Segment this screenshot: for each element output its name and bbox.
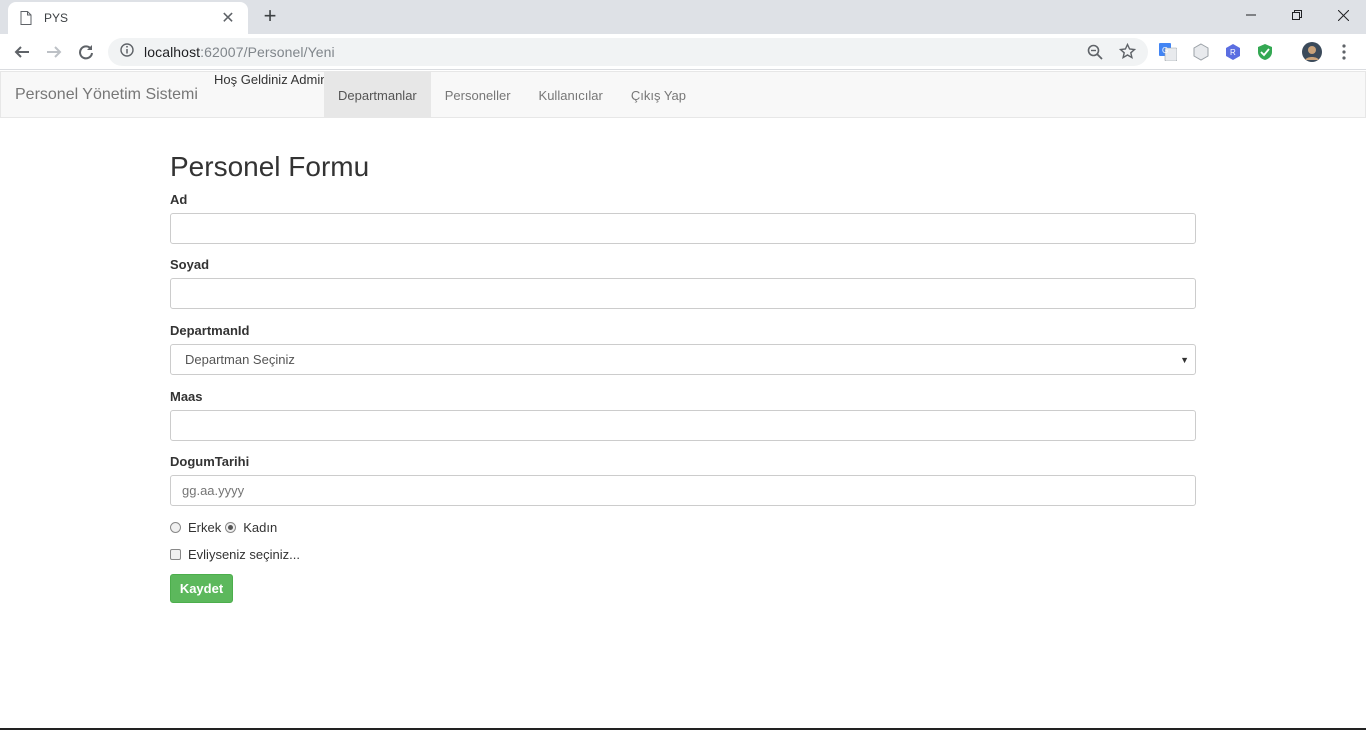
back-arrow-icon[interactable] xyxy=(8,38,36,66)
personel-form: Personel Formu Ad Soyad DepartmanId Depa… xyxy=(170,150,1196,603)
svg-text:R: R xyxy=(1230,48,1236,57)
restore-icon[interactable] xyxy=(1274,0,1320,30)
departman-select[interactable]: Departman Seçiniz ▼ xyxy=(170,344,1196,375)
info-icon[interactable] xyxy=(120,42,134,62)
zoom-icon[interactable] xyxy=(1087,44,1103,65)
nav-link-departmanlar[interactable]: Departmanlar xyxy=(324,72,431,118)
minimize-icon[interactable] xyxy=(1228,0,1274,30)
shield-check-extension-icon[interactable] xyxy=(1256,43,1274,61)
translate-extension-icon[interactable]: G xyxy=(1159,43,1177,61)
document-icon xyxy=(20,11,32,25)
nav-links: Departmanlar Personeller Kullanıcılar Çı… xyxy=(324,72,700,118)
url-host: localhost xyxy=(144,44,201,60)
soyad-label: Soyad xyxy=(170,257,210,272)
dropdown-arrow-icon: ▼ xyxy=(1180,354,1189,365)
menu-kebab-icon[interactable] xyxy=(1335,43,1353,61)
tab-title: PYS xyxy=(44,11,69,25)
forward-arrow-icon[interactable] xyxy=(40,38,68,66)
dogum-group: DogumTarihi xyxy=(170,454,1196,506)
close-window-icon[interactable] xyxy=(1320,0,1366,30)
reload-icon[interactable] xyxy=(72,38,100,66)
profile-avatar[interactable] xyxy=(1302,42,1322,62)
maas-label: Maas xyxy=(170,389,203,404)
kadin-radio[interactable] xyxy=(225,522,237,533)
browser-tabstrip: PYS ✕ + xyxy=(0,0,1366,34)
evli-checkbox[interactable] xyxy=(170,549,181,560)
gender-radio-group: Erkek Kadın xyxy=(170,520,277,535)
url-text: localhost:62007/Personel/Yeni xyxy=(144,44,335,60)
erkek-radio[interactable] xyxy=(170,522,181,533)
departman-selected-value: Departman Seçiniz xyxy=(185,352,295,367)
svg-text:G: G xyxy=(1162,46,1168,55)
r-extension-icon[interactable]: R xyxy=(1224,43,1242,61)
maas-group: Maas xyxy=(170,389,1196,441)
ad-input[interactable] xyxy=(170,213,1196,244)
brand-link[interactable]: Personel Yönetim Sistemi xyxy=(15,86,198,104)
tab-close-icon[interactable]: ✕ xyxy=(220,8,236,28)
save-button[interactable]: Kaydet xyxy=(170,574,233,603)
kadin-label: Kadın xyxy=(243,520,278,535)
erkek-label: Erkek xyxy=(188,520,222,535)
new-tab-icon[interactable]: + xyxy=(258,5,282,29)
nav-link-cikis-yap[interactable]: Çıkış Yap xyxy=(617,72,700,118)
nav-link-personeller[interactable]: Personeller xyxy=(431,72,525,118)
welcome-text: Hoş Geldiniz Admin xyxy=(214,72,328,87)
bookmark-star-icon[interactable] xyxy=(1118,42,1137,65)
browser-tab[interactable]: PYS ✕ xyxy=(8,2,248,34)
departman-group: DepartmanId Departman Seçiniz ▼ xyxy=(170,323,1196,375)
evli-label: Evliyseniz seçiniz... xyxy=(188,547,300,562)
app-navbar: Personel Yönetim Sistemi Hoş Geldiniz Ad… xyxy=(0,71,1366,118)
url-path: :62007/Personel/Yeni xyxy=(200,44,335,60)
maas-input[interactable] xyxy=(170,410,1196,441)
departman-label: DepartmanId xyxy=(170,323,250,338)
ad-group: Ad xyxy=(170,192,1196,244)
soyad-input[interactable] xyxy=(170,278,1196,309)
cube-extension-icon[interactable] xyxy=(1192,43,1210,61)
evli-row: Evliyseniz seçiniz... xyxy=(170,547,300,562)
page-title: Personel Formu xyxy=(170,151,370,182)
nav-link-kullanicilar[interactable]: Kullanıcılar xyxy=(525,72,617,118)
window-controls xyxy=(1228,0,1366,32)
address-bar[interactable]: localhost:62007/Personel/Yeni xyxy=(108,38,1148,66)
soyad-group: Soyad xyxy=(170,257,1196,309)
dogum-input[interactable] xyxy=(170,475,1196,506)
dogum-label: DogumTarihi xyxy=(170,454,250,469)
ad-label: Ad xyxy=(170,192,188,207)
